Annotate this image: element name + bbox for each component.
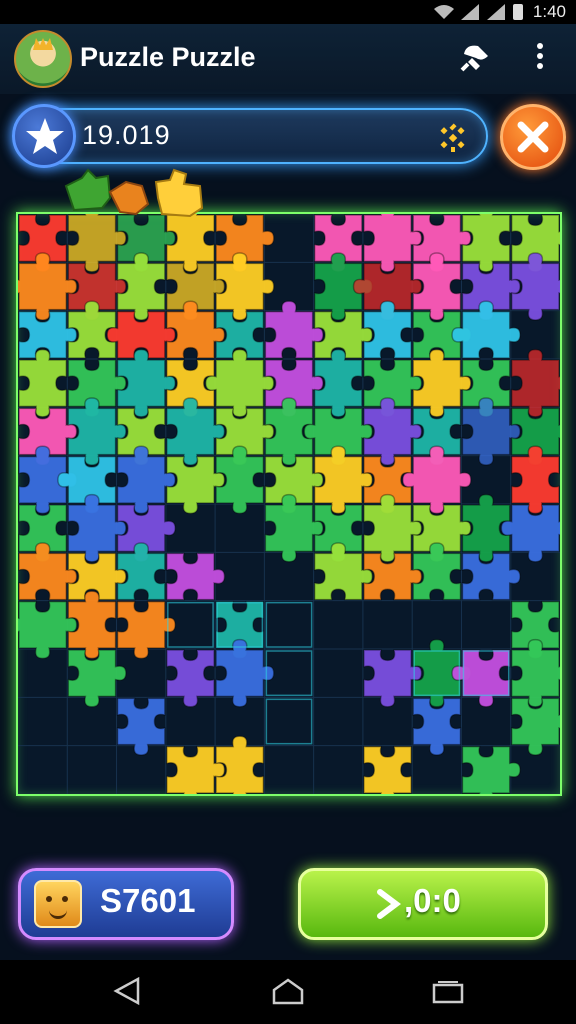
puzzle-piece[interactable] bbox=[461, 745, 521, 794]
wifi-icon bbox=[433, 5, 454, 19]
home-icon[interactable] bbox=[270, 976, 306, 1006]
signal-icon bbox=[460, 4, 479, 20]
battery-icon bbox=[512, 4, 523, 20]
loose-piece[interactable] bbox=[108, 180, 150, 216]
arrow-right-icon bbox=[377, 889, 401, 919]
recent-apps-icon[interactable] bbox=[432, 980, 464, 1004]
empty-slot[interactable] bbox=[265, 601, 313, 648]
signal-icon-2 bbox=[486, 4, 505, 20]
puzzle-piece[interactable] bbox=[215, 638, 275, 708]
puzzle-piece[interactable] bbox=[510, 348, 560, 418]
puzzle-pieces[interactable] bbox=[18, 214, 560, 794]
puzzle-piece[interactable] bbox=[510, 445, 560, 515]
empty-slot[interactable] bbox=[265, 698, 313, 745]
puzzle-piece[interactable] bbox=[363, 745, 412, 794]
score-value: 19.019 bbox=[82, 120, 171, 150]
puzzle-board[interactable] bbox=[16, 212, 562, 796]
loose-piece[interactable] bbox=[64, 168, 112, 212]
app-bar: Puzzle Puzzle bbox=[0, 24, 576, 94]
loose-piece-group[interactable] bbox=[62, 168, 212, 238]
puzzle-piece[interactable] bbox=[166, 649, 215, 708]
more-vert-icon[interactable] bbox=[530, 40, 550, 74]
treasure-face-icon bbox=[34, 880, 82, 928]
back-icon[interactable] bbox=[112, 976, 142, 1006]
loose-piece[interactable] bbox=[154, 168, 204, 218]
close-button[interactable] bbox=[500, 104, 566, 170]
status-time: 1:40 bbox=[532, 2, 566, 21]
sparkle-icon[interactable] bbox=[436, 122, 470, 154]
puzzle-piece[interactable] bbox=[18, 348, 68, 418]
app-title: Puzzle Puzzle bbox=[80, 42, 256, 72]
star-button[interactable] bbox=[12, 104, 76, 168]
star-icon bbox=[26, 118, 64, 154]
puzzle-piece[interactable] bbox=[510, 638, 560, 708]
close-icon bbox=[517, 121, 549, 153]
puzzle-piece[interactable] bbox=[402, 445, 472, 515]
puzzle-piece[interactable] bbox=[204, 348, 275, 418]
puzzle-piece[interactable] bbox=[116, 697, 166, 756]
app-logo-icon bbox=[14, 30, 72, 88]
brush-icon[interactable] bbox=[458, 40, 492, 74]
puzzle-piece[interactable] bbox=[166, 552, 226, 601]
next-label: ,0:0 bbox=[404, 882, 461, 919]
coins-value: S7601 bbox=[100, 882, 196, 919]
status-bar: 1:40 bbox=[0, 0, 576, 24]
